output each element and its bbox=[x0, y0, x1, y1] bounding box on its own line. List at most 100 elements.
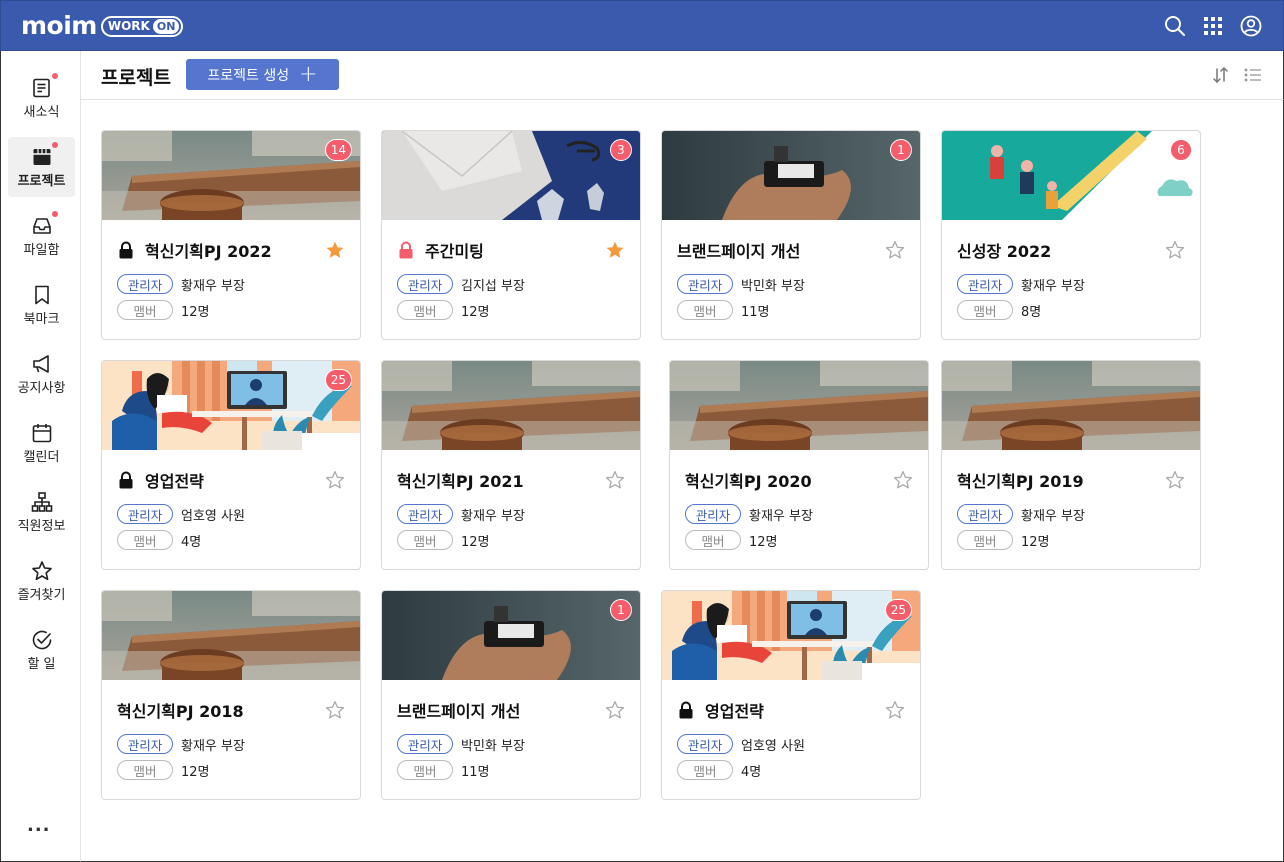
sidebar-item-3[interactable]: 북마크 bbox=[8, 275, 75, 335]
project-card[interactable]: 6 신성장 2022 관리자 황재우 부장 맴버 8명 bbox=[941, 130, 1201, 340]
member-count: 12명 bbox=[461, 534, 490, 550]
member-count: 11명 bbox=[741, 304, 770, 320]
sidebar-item-8[interactable]: 할 일 bbox=[8, 620, 75, 680]
project-card[interactable]: 1 브랜드페이지 개선 관리자 박민화 부장 맴버 11명 bbox=[381, 590, 641, 800]
project-icon bbox=[30, 142, 58, 169]
user-account-icon[interactable] bbox=[1239, 14, 1263, 38]
project-thumbnail bbox=[942, 131, 1200, 220]
project-title: 주간미팅 bbox=[425, 242, 484, 261]
sidebar-item-6[interactable]: 직원정보 bbox=[8, 482, 75, 542]
admin-tag: 관리자 bbox=[397, 734, 453, 754]
admin-tag: 관리자 bbox=[685, 504, 741, 524]
sidebar-item-2[interactable]: 파일함 bbox=[8, 206, 75, 266]
member-tag: 맴버 bbox=[397, 530, 453, 550]
admin-name: 황재우 부장 bbox=[749, 508, 813, 524]
unread-count-badge: 3 bbox=[610, 139, 632, 161]
calendar-icon bbox=[30, 421, 54, 445]
unread-count-badge: 1 bbox=[610, 599, 632, 621]
project-title: 혁신기획PJ 2020 bbox=[685, 472, 812, 491]
project-card[interactable]: 3 주간미팅 관리자 김지섭 부장 맴버 12명 bbox=[381, 130, 641, 340]
admin-tag: 관리자 bbox=[397, 274, 453, 294]
project-title: 신성장 2022 bbox=[957, 242, 1052, 261]
favorite-star-icon[interactable] bbox=[892, 469, 914, 491]
lock-icon bbox=[677, 701, 695, 719]
sidebar-item-label: 북마크 bbox=[23, 312, 60, 327]
member-count: 4명 bbox=[741, 764, 762, 780]
content-header: 프로젝트 프로젝트 생성 + bbox=[81, 51, 1284, 100]
favorite-star-icon[interactable] bbox=[1164, 239, 1186, 261]
project-card[interactable]: 25 영업전략 관리자 엄호영 사원 맴버 4명 bbox=[661, 590, 921, 800]
sidebar-item-label: 직원정보 bbox=[17, 519, 66, 534]
sidebar-item-0[interactable]: 새소식 bbox=[8, 68, 75, 128]
member-count: 8명 bbox=[1021, 304, 1042, 320]
app-logo[interactable]: moim WORK ON bbox=[21, 11, 184, 40]
member-tag: 맴버 bbox=[117, 530, 173, 550]
more-menu-button[interactable]: ... bbox=[27, 815, 51, 836]
member-tag: 맴버 bbox=[677, 300, 733, 320]
plus-icon: + bbox=[299, 61, 318, 87]
sidebar-item-1[interactable]: 프로젝트 bbox=[8, 137, 75, 197]
sidebar-item-4[interactable]: 공지사항 bbox=[8, 344, 75, 404]
sidebar-item-label: 새소식 bbox=[23, 105, 60, 120]
project-title: 혁신기획PJ 2021 bbox=[397, 472, 524, 491]
project-thumbnail bbox=[102, 361, 360, 450]
favorite-star-icon[interactable] bbox=[604, 469, 626, 491]
project-card[interactable]: 혁신기획PJ 2018 관리자 황재우 부장 맴버 12명 bbox=[101, 590, 361, 800]
apps-grid-icon[interactable] bbox=[1201, 14, 1225, 38]
create-project-button[interactable]: 프로젝트 생성 + bbox=[186, 59, 339, 90]
member-count: 12명 bbox=[181, 764, 210, 780]
favorite-star-icon[interactable] bbox=[324, 699, 346, 721]
favorite-star-icon[interactable] bbox=[884, 239, 906, 261]
favorite-star-icon[interactable] bbox=[604, 699, 626, 721]
notification-dot bbox=[51, 211, 58, 217]
project-title: 혁신기획PJ 2018 bbox=[117, 702, 244, 721]
admin-name: 박민화 부장 bbox=[741, 278, 805, 294]
project-card[interactable]: 1 브랜드페이지 개선 관리자 박민화 부장 맴버 11명 bbox=[661, 130, 921, 340]
logo-text: moim bbox=[21, 11, 97, 40]
favorite-star-icon[interactable] bbox=[884, 699, 906, 721]
project-thumbnail bbox=[662, 591, 920, 680]
admin-tag: 관리자 bbox=[677, 274, 733, 294]
unread-count-badge: 6 bbox=[1170, 139, 1192, 161]
project-title: 혁신기획PJ 2019 bbox=[957, 472, 1084, 491]
sidebar-item-label: 캘린더 bbox=[23, 450, 60, 465]
project-grid: 14 혁신기획PJ 2022 관리자 황재우 부장 맴버 12명 3 주간미팅 관리… bbox=[81, 100, 1284, 862]
favorite-star-icon[interactable] bbox=[324, 469, 346, 491]
favorite-star-icon[interactable] bbox=[1164, 469, 1186, 491]
project-card[interactable]: 혁신기획PJ 2021 관리자 황재우 부장 맴버 12명 bbox=[381, 360, 641, 570]
list-view-icon[interactable] bbox=[1243, 65, 1263, 85]
sidebar-item-5[interactable]: 캘린더 bbox=[8, 413, 75, 473]
sidebar: ... 새소식프로젝트파일함북마크공지사항캘린더직원정보즐겨찾기할 일 bbox=[0, 51, 81, 862]
project-card[interactable]: 혁신기획PJ 2020 관리자 황재우 부장 맴버 12명 bbox=[669, 360, 929, 570]
member-tag: 맴버 bbox=[397, 300, 453, 320]
project-card[interactable]: 14 혁신기획PJ 2022 관리자 황재우 부장 맴버 12명 bbox=[101, 130, 361, 340]
admin-name: 엄호영 사원 bbox=[741, 738, 805, 754]
member-count: 11명 bbox=[461, 764, 490, 780]
project-thumbnail bbox=[102, 131, 360, 220]
project-title: 브랜드페이지 개선 bbox=[677, 242, 801, 261]
project-card[interactable]: 혁신기획PJ 2019 관리자 황재우 부장 맴버 12명 bbox=[941, 360, 1201, 570]
sort-icon[interactable] bbox=[1211, 65, 1231, 85]
search-icon[interactable] bbox=[1163, 14, 1187, 38]
project-thumbnail bbox=[102, 591, 360, 680]
unread-count-badge: 25 bbox=[884, 599, 912, 621]
member-tag: 맴버 bbox=[957, 300, 1013, 320]
logo-work: WORK bbox=[107, 18, 150, 33]
page-title: 프로젝트 bbox=[101, 67, 171, 89]
project-card[interactable]: 25 영업전략 관리자 엄호영 사원 맴버 4명 bbox=[101, 360, 361, 570]
admin-name: 황재우 부장 bbox=[1021, 508, 1085, 524]
admin-tag: 관리자 bbox=[117, 734, 173, 754]
sidebar-item-7[interactable]: 즐겨찾기 bbox=[8, 551, 75, 611]
unread-count-badge: 25 bbox=[324, 369, 352, 391]
check-circle-icon bbox=[30, 628, 54, 652]
admin-name: 황재우 부장 bbox=[461, 508, 525, 524]
favorite-star-icon[interactable] bbox=[604, 239, 626, 261]
admin-tag: 관리자 bbox=[117, 504, 173, 524]
member-count: 12명 bbox=[749, 534, 778, 550]
favorite-star-icon[interactable] bbox=[324, 239, 346, 261]
project-thumbnail bbox=[670, 361, 928, 450]
project-thumbnail bbox=[662, 131, 920, 220]
project-thumbnail bbox=[942, 361, 1200, 450]
admin-name: 황재우 부장 bbox=[1021, 278, 1085, 294]
org-chart-icon bbox=[30, 490, 54, 514]
